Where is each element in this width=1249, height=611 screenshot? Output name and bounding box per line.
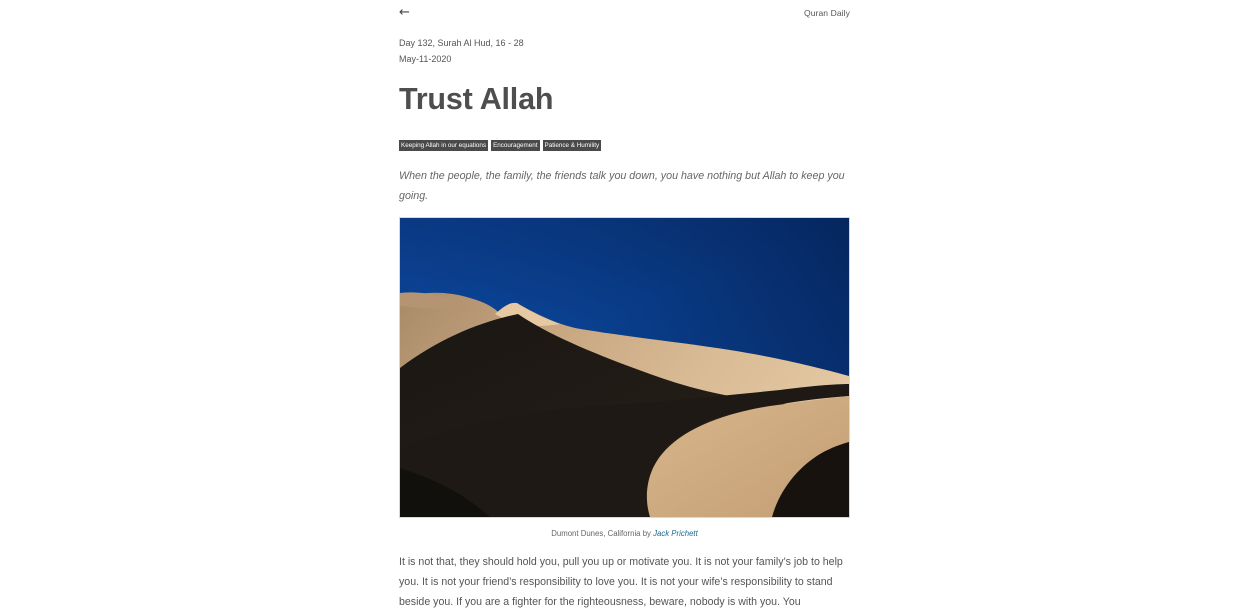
tag-keeping-allah[interactable]: Keeping Allah in our equations xyxy=(399,140,489,151)
photographer-link[interactable]: Jack Prichett xyxy=(653,529,698,538)
back-arrow-icon[interactable]: ← xyxy=(399,5,410,21)
top-bar: ← Quran Daily xyxy=(399,0,850,30)
article-date: May-11-2020 xyxy=(399,54,452,64)
tag-list: Keeping Allah in our equations Encourage… xyxy=(399,140,602,151)
brand-link[interactable]: Quran Daily xyxy=(804,8,850,18)
tag-encouragement[interactable]: Encouragement xyxy=(491,140,540,151)
page: ← Quran Daily Day 132, Surah Al Hud, 16 … xyxy=(0,0,1249,611)
article-title: Trust Allah xyxy=(399,82,554,116)
article-day-line: Day 132, Surah Al Hud, 16 - 28 xyxy=(399,38,524,48)
tag-patience-humility[interactable]: Patience & Humility xyxy=(542,140,602,151)
article-summary: When the people, the family, the friends… xyxy=(399,170,845,202)
image-caption: Dumont Dunes, California by Jack Prichet… xyxy=(399,529,850,539)
article-body: It is not that, they should hold you, pu… xyxy=(399,556,843,608)
article: ← Quran Daily Day 132, Surah Al Hud, 16 … xyxy=(399,0,850,608)
hero-image-sand-dunes xyxy=(399,217,850,518)
caption-text: Dumont Dunes, California by xyxy=(551,529,651,538)
